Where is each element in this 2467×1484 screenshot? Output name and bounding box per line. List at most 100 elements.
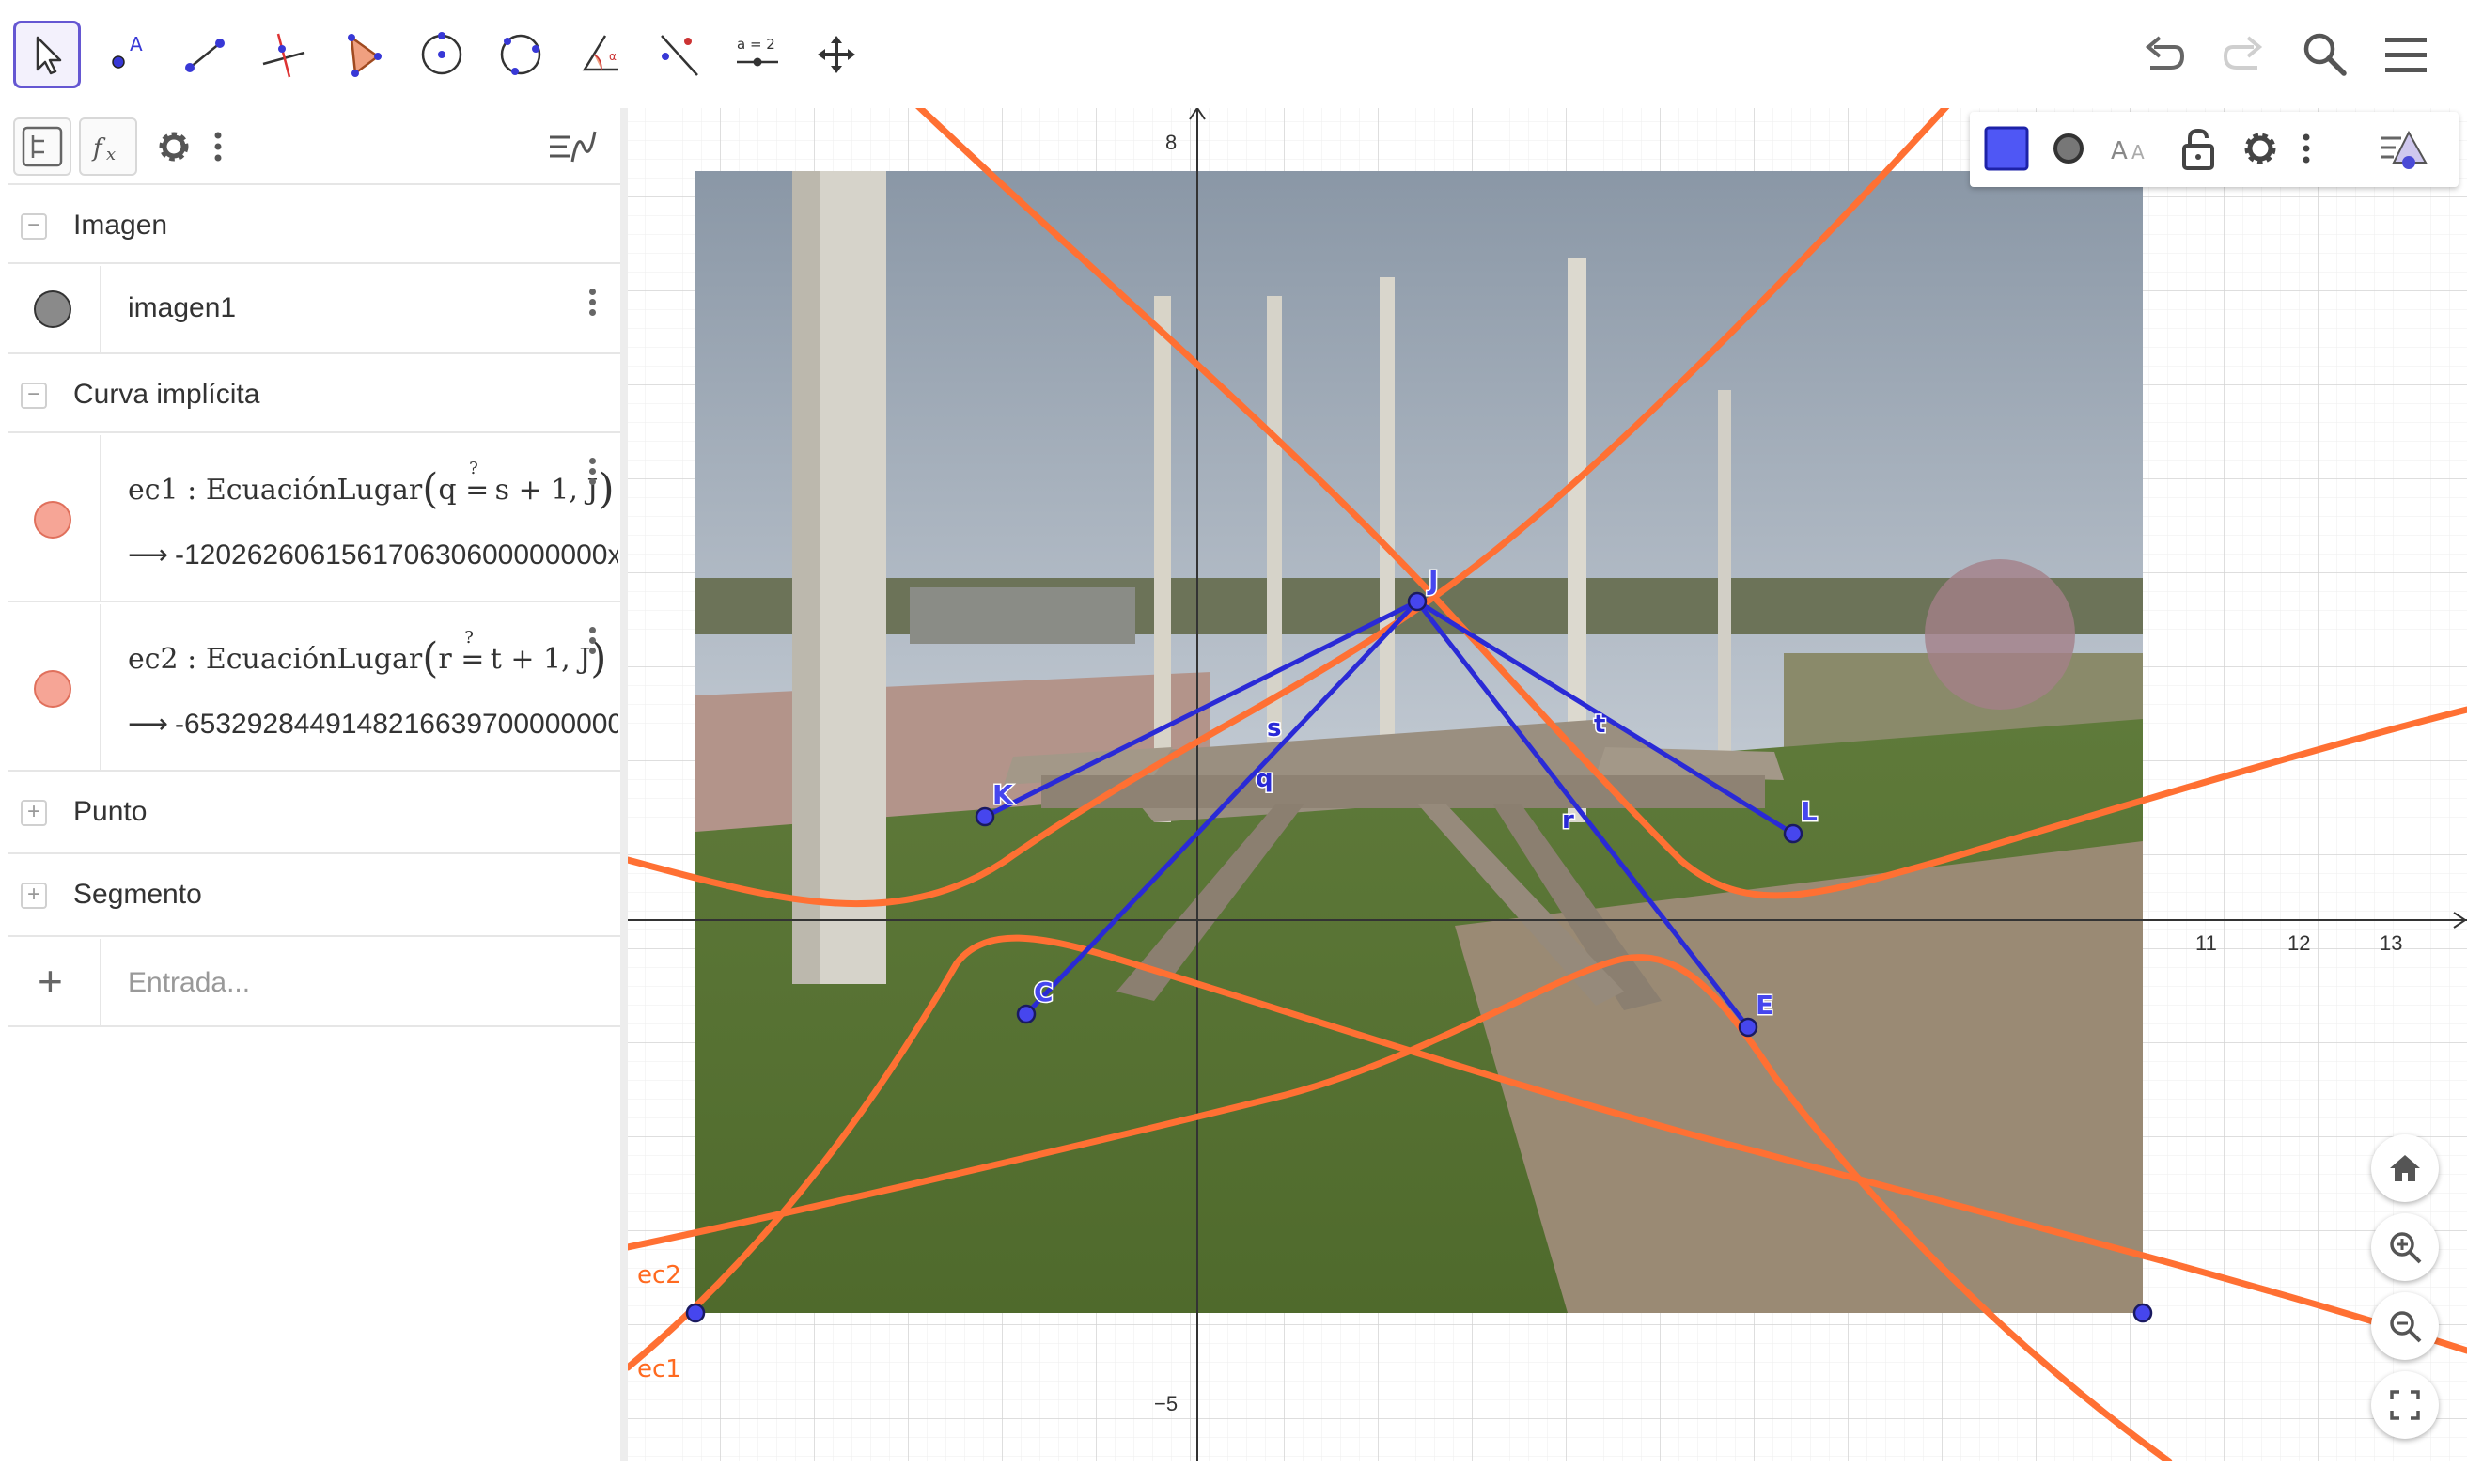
perpendicular-line-icon xyxy=(262,33,305,78)
lock-button[interactable] xyxy=(2169,119,2227,178)
point-k[interactable] xyxy=(975,806,995,827)
label-style-button[interactable]: AA xyxy=(2101,119,2160,178)
image-corner-point-2[interactable] xyxy=(2132,1303,2153,1323)
graphics-view[interactable]: 8 −5 11 12 13 s t q r J K L C E ec2 ec1 … xyxy=(628,108,2467,1461)
graphics-canvas[interactable]: 8 −5 11 12 13 s t q r J K L C E ec2 ec1 xyxy=(628,108,2467,1461)
graphics-settings-button[interactable] xyxy=(2231,119,2289,178)
segment-label: q xyxy=(1256,765,1273,793)
move-tool[interactable] xyxy=(13,21,81,88)
condition-question-mark: ? xyxy=(464,628,474,648)
ec2-output: ⟶ -653292844914821663970000000000 xyxy=(128,708,618,741)
group-label: Imagen xyxy=(73,210,168,241)
item-menu-icon[interactable] xyxy=(581,285,603,330)
zoom-out-button[interactable] xyxy=(2371,1292,2439,1360)
marble-icon[interactable] xyxy=(34,290,71,328)
point-j[interactable] xyxy=(1407,591,1428,612)
svg-text:α: α xyxy=(609,50,617,63)
point-c[interactable] xyxy=(1016,1004,1037,1024)
expand-toggle-icon[interactable]: + xyxy=(21,883,47,909)
point-label: K xyxy=(992,779,1014,810)
redo-icon xyxy=(2223,36,2263,70)
point-l[interactable] xyxy=(1783,823,1803,844)
group-label: Curva implícita xyxy=(73,379,260,410)
redo-button[interactable] xyxy=(2214,24,2274,85)
algebra-view: fx − Imagen imagen1 − Curva implícita ec… xyxy=(8,108,620,1461)
visibility-marble[interactable] xyxy=(8,435,101,601)
undo-button[interactable] xyxy=(2133,24,2194,85)
visibility-marble[interactable] xyxy=(8,266,101,352)
marble-icon[interactable] xyxy=(34,501,71,539)
fullscreen-button[interactable] xyxy=(2371,1371,2439,1439)
search-button[interactable] xyxy=(2295,24,2355,85)
algebra-settings-button[interactable] xyxy=(145,117,203,176)
circle-three-points-tool[interactable] xyxy=(487,21,554,88)
x-tick-label: 12 xyxy=(2287,931,2310,955)
x-tick-label: 13 xyxy=(2380,931,2402,955)
point-label: C xyxy=(1034,976,1054,1008)
x-tick-label: 11 xyxy=(2195,931,2217,955)
angle-tool[interactable]: α xyxy=(566,21,633,88)
visibility-marble[interactable] xyxy=(8,604,101,770)
point-label: E xyxy=(1756,990,1773,1021)
graphics-style-bar: AA xyxy=(1970,112,2459,187)
algebra-input-row[interactable]: + Entrada... xyxy=(8,939,620,1027)
graphics-view-toggle-button[interactable] xyxy=(543,117,601,176)
point-style-button[interactable] xyxy=(2039,119,2098,178)
fullscreen-icon xyxy=(2390,1390,2420,1420)
algebra-group-punto[interactable]: + Punto xyxy=(8,773,620,854)
collapse-toggle-icon[interactable]: − xyxy=(21,383,47,409)
group-label: Segmento xyxy=(73,879,202,910)
condition-lhs: q xyxy=(438,474,457,507)
output-value: -120262606156170630600000000x xyxy=(175,539,618,570)
algebra-description-button[interactable]: fx xyxy=(79,117,137,176)
group-label: Punto xyxy=(73,796,148,827)
plus-icon[interactable]: + xyxy=(38,956,63,1007)
circle-center-point-tool[interactable] xyxy=(408,21,476,88)
move-graphics-view-tool[interactable] xyxy=(803,21,870,88)
view-divider[interactable] xyxy=(620,108,628,1461)
image-imagen1[interactable] xyxy=(695,171,2143,1313)
point-label: J xyxy=(1427,565,1438,596)
item-menu-icon[interactable] xyxy=(581,623,603,668)
input-field[interactable]: Entrada... xyxy=(128,967,250,999)
algebra-group-segmento[interactable]: + Segmento xyxy=(8,856,620,937)
reflect-tool[interactable] xyxy=(645,21,712,88)
svg-text:A: A xyxy=(2111,137,2128,165)
color-button[interactable] xyxy=(1977,119,2036,178)
polygon-icon xyxy=(348,34,382,77)
zoom-in-icon xyxy=(2390,1232,2422,1264)
algebra-more-button[interactable] xyxy=(199,117,237,176)
curve-label-ec2: ec2 xyxy=(637,1261,681,1289)
collapse-toggle-icon[interactable]: − xyxy=(21,213,47,240)
undo-icon xyxy=(2145,36,2185,70)
polygon-tool[interactable] xyxy=(329,21,397,88)
algebra-item-ec1[interactable]: ec1 : EcuaciónLugar(q ? = s + 1, J) ⟶ -120… xyxy=(8,435,620,602)
point-e[interactable] xyxy=(1738,1017,1758,1038)
graphics-more-button[interactable] xyxy=(2287,119,2325,178)
home-icon xyxy=(2390,1155,2420,1181)
color-swatch-icon xyxy=(1984,126,2029,171)
fx-icon: fx xyxy=(91,134,116,164)
slider-icon: a = 2 xyxy=(737,36,778,67)
expand-toggle-icon[interactable]: + xyxy=(21,800,47,826)
graphics-view-style-toggle[interactable] xyxy=(2374,119,2432,178)
algebra-item-imagen1[interactable]: imagen1 xyxy=(8,266,620,354)
item-menu-icon[interactable] xyxy=(581,454,603,499)
algebra-item-ec2[interactable]: ec2 : EcuaciónLugar(r ? = t + 1, J) ⟶ -653… xyxy=(8,604,620,772)
ec1-definition[interactable]: ec1 : EcuaciónLugar(q ? = s + 1, J) xyxy=(128,459,615,513)
zoom-in-button[interactable] xyxy=(2371,1213,2439,1281)
point-label: L xyxy=(1801,796,1818,827)
algebra-group-curva-implicita[interactable]: − Curva implícita xyxy=(8,356,620,433)
segment-tool[interactable] xyxy=(171,21,239,88)
perpendicular-line-tool[interactable] xyxy=(250,21,318,88)
main-menu-button[interactable] xyxy=(2376,24,2436,85)
algebra-group-imagen[interactable]: − Imagen xyxy=(8,187,620,264)
point-tool[interactable]: A xyxy=(92,21,160,88)
marble-icon[interactable] xyxy=(34,670,71,708)
image-corner-point-1[interactable] xyxy=(685,1303,706,1323)
slider-tool[interactable]: a = 2 xyxy=(724,21,791,88)
ec2-definition[interactable]: ec2 : EcuaciónLugar(r ? = t + 1, J) xyxy=(128,628,606,682)
segment-icon xyxy=(185,39,225,72)
algebra-tree-view-button[interactable] xyxy=(13,117,71,176)
home-view-button[interactable] xyxy=(2371,1134,2439,1202)
